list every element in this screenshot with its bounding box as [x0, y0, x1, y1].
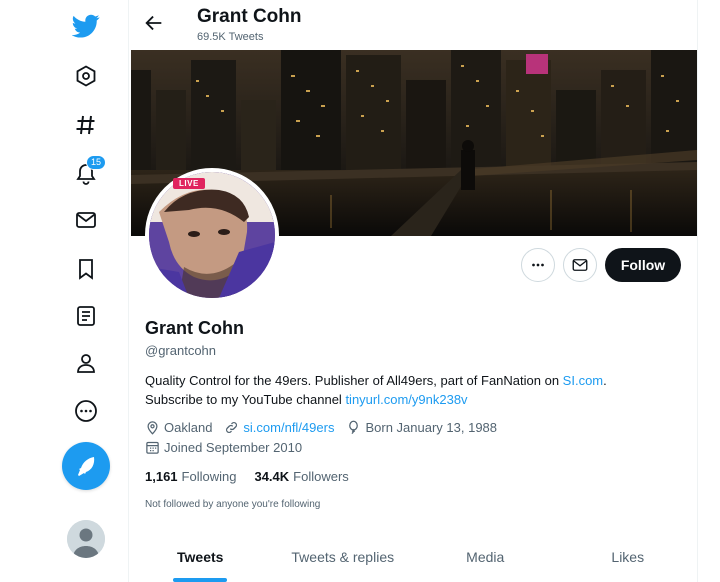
mail-icon: [572, 259, 588, 271]
active-tab-indicator: [173, 578, 228, 582]
profile-icon[interactable]: [70, 347, 102, 379]
tab-likes[interactable]: Likes: [557, 532, 700, 582]
profile-handle: @grantcohn: [145, 343, 217, 358]
following-label: Following: [181, 469, 237, 484]
profile-meta-row: Oakland si.com/nfl/49ers Born January 13…: [145, 420, 509, 435]
followers-stat[interactable]: 34.4K Followers: [254, 469, 348, 484]
profile-stats: 1,161 Following 34.4K Followers: [145, 469, 367, 484]
following-count: 1,161: [145, 469, 178, 484]
compose-tweet-button[interactable]: [62, 442, 110, 490]
header-tweet-count: 69.5K Tweets: [197, 31, 264, 43]
tab-label: Likes: [611, 549, 645, 565]
followers-label: Followers: [293, 469, 349, 484]
balloon-icon: [349, 420, 359, 434]
profile-website[interactable]: si.com/nfl/49ers: [224, 420, 334, 435]
profile-tabs: Tweets Tweets & replies Media Likes: [129, 532, 699, 582]
message-button[interactable]: [563, 248, 597, 282]
birthday-text: Born January 13, 1988: [365, 420, 498, 435]
tab-media[interactable]: Media: [414, 532, 557, 582]
joined-text: Joined September 2010: [164, 440, 303, 455]
profile-name: Grant Cohn: [145, 318, 244, 338]
profile-birthday: Born January 13, 1988: [346, 420, 497, 435]
tab-tweets[interactable]: Tweets: [129, 532, 272, 582]
tab-label: Tweets & replies: [291, 549, 395, 565]
not-followed-notice: Not followed by anyone you're following: [145, 499, 321, 510]
twitter-logo-icon[interactable]: [70, 10, 102, 42]
profile-location: Oakland: [145, 420, 212, 435]
location-text: Oakland: [164, 420, 213, 435]
tab-label: Media: [466, 549, 505, 565]
tab-label: Tweets: [177, 549, 224, 565]
profile-header-bar: Grant Cohn 69.5K Tweets: [129, 0, 699, 50]
profile-column: Grant Cohn 69.5K Tweets LIVE Follow Gran…: [128, 0, 698, 582]
bio-link-si[interactable]: SI.com: [563, 373, 603, 388]
follow-button[interactable]: Follow: [605, 248, 681, 282]
live-badge: LIVE: [173, 178, 205, 189]
more-icon[interactable]: [70, 395, 102, 427]
bio-text: Quality Control for the 49ers. Publisher…: [145, 373, 563, 388]
more-options-button[interactable]: [521, 248, 555, 282]
bio-link-youtube[interactable]: tinyurl.com/y9nk238v: [345, 392, 467, 407]
bio-text-subscribe: Subscribe to my YouTube channel: [145, 392, 346, 407]
link-icon: [226, 422, 238, 433]
back-arrow-icon[interactable]: [143, 12, 165, 34]
messages-mail-icon[interactable]: [70, 204, 102, 236]
profile-bio: Quality Control for the 49ers. Publisher…: [145, 371, 685, 409]
tab-tweets-replies[interactable]: Tweets & replies: [272, 532, 415, 582]
calendar-icon: [146, 441, 159, 454]
lists-icon[interactable]: [70, 300, 102, 332]
following-stat[interactable]: 1,161 Following: [145, 469, 236, 484]
bookmarks-icon[interactable]: [70, 253, 102, 285]
profile-avatar[interactable]: [145, 168, 279, 302]
notifications-count-badge: 15: [86, 155, 107, 170]
sidebar-nav: 15: [0, 0, 128, 582]
header-profile-name: Grant Cohn: [197, 6, 302, 27]
compose-tweet-icon: [78, 457, 95, 476]
more-horizontal-icon: [532, 263, 544, 267]
location-pin-icon: [147, 421, 158, 435]
notifications-bell-icon[interactable]: 15: [70, 155, 107, 189]
account-avatar[interactable]: [67, 520, 105, 558]
home-icon[interactable]: [70, 60, 102, 92]
explore-hashtag-icon[interactable]: [70, 109, 102, 141]
followers-count: 34.4K: [254, 469, 290, 484]
profile-joined: Joined September 2010: [145, 440, 302, 455]
bio-text-period: .: [603, 373, 607, 388]
website-link[interactable]: si.com/nfl/49ers: [243, 420, 334, 435]
